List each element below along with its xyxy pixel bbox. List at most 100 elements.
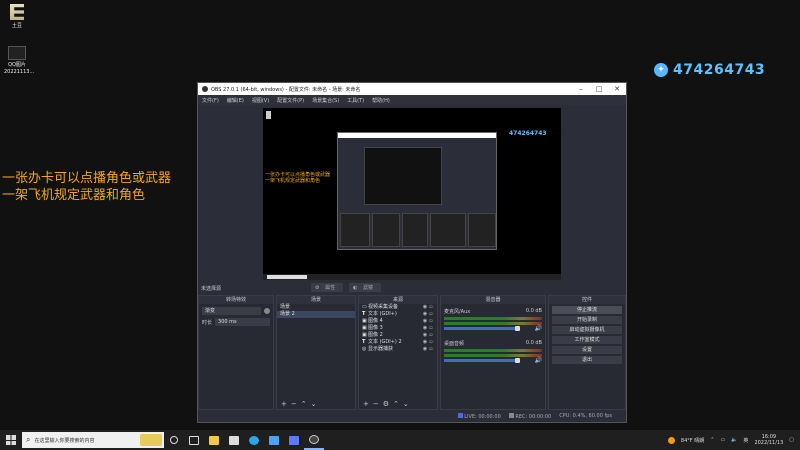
minimize-icon[interactable]: – [572,85,590,93]
channel-db: 0.0 dB [525,308,542,314]
menu-view[interactable]: 视图(V) [252,97,269,104]
chevron-up-icon[interactable]: ⌃ [710,437,714,443]
close-icon[interactable]: ✕ [608,85,626,93]
lock-icon[interactable]: ▫ [428,318,434,325]
properties-button[interactable]: ⚙ 属性 [311,283,344,292]
stop-streaming-button[interactable]: 停止推流 [552,306,622,314]
gear-icon[interactable]: ⚙ [383,400,389,408]
input-language[interactable]: 英 [743,437,748,444]
filters-button[interactable]: ◐ 滤镜 [349,283,382,292]
remove-icon[interactable]: − [373,400,379,408]
taskbar-search[interactable]: ⌕ 在这里输入你要搜索的内容 [22,432,164,448]
mixer-channel: 麦克风/Aux 0.0 dB 🔊 [444,308,542,332]
widgets-icon[interactable] [184,430,204,450]
menu-tools[interactable]: 工具(T) [347,97,364,104]
file-explorer-icon[interactable] [204,430,224,450]
obs-taskbar-icon[interactable] [304,430,324,450]
dock-title: 转场特效 [199,296,273,304]
source-item[interactable]: ▣ 图像 3 ◉ ▫ [359,325,437,332]
source-item[interactable]: T 文本 (GDI+) ◉ ▫ [359,311,437,318]
mail-icon[interactable] [224,430,244,450]
task-view-icon[interactable] [164,430,184,450]
lock-icon[interactable]: ▫ [428,304,434,311]
mixer-dock: 混音器 麦克风/Aux 0.0 dB 🔊 桌面音频 0.0 dB 🔊 [440,295,546,410]
preview-canvas[interactable]: 474264743 一张办卡可以点播角色或武器 一架飞机规定武器和角色 [263,108,561,280]
menu-scene-collection[interactable]: 场景集合(S) [312,97,339,104]
menu-help[interactable]: 帮助(H) [372,97,390,104]
lock-icon[interactable]: ▫ [428,311,434,318]
no-source-label: 未选择源 [201,286,222,292]
source-label: 显示器捕获 [368,346,394,352]
start-virtual-camera-button[interactable]: 启动虚拟摄像机 [552,326,622,334]
chevron-down-icon[interactable]: ⌄ [311,400,317,408]
properties-label: 属性 [321,284,340,292]
edge-icon[interactable] [244,430,264,450]
duration-label: 时长 [202,319,213,326]
scenes-dock: 场景 场景 场景 2 + − ⌃ ⌄ [276,295,356,410]
dock-title: 场景 [277,296,355,304]
clock[interactable]: 16:09 2022/11/13 [754,434,783,446]
source-item[interactable]: T 文本 (GDI+) 2 ◉ ▫ [359,339,437,346]
lock-icon[interactable]: ▫ [428,325,434,332]
controls-dock: 控件 停止推流 开始录制 启动虚拟摄像机 工作室模式 设置 退出 [548,295,626,410]
lock-icon[interactable]: ▫ [428,346,434,353]
mixer-channel: 桌面音频 0.0 dB 🔊 [444,340,542,364]
volume-meter [444,349,542,352]
rec-time: REC: 00:00:00 [515,413,552,420]
chevron-down-icon[interactable]: ⌄ [403,400,409,408]
chevron-up-icon[interactable]: ⌃ [393,400,399,408]
add-transition-icon[interactable] [264,308,270,314]
menu-edit[interactable]: 编辑(E) [227,97,244,104]
lock-icon[interactable]: ▫ [428,339,434,346]
live-time: LIVE: 00:00:00 [464,413,501,420]
notification-icon[interactable]: ▢ [789,437,794,443]
window-title: OBS 27.0.1 (64-bit, windows) - 配置文件: 未命名… [211,86,361,93]
chevron-up-icon[interactable]: ⌃ [301,400,307,408]
source-label: 视频采集设备 [368,304,399,310]
volume-meter [444,354,542,357]
search-highlight-icon [140,434,162,446]
volume-slider[interactable] [444,358,519,363]
volume-meter [444,322,542,325]
speaker-icon[interactable]: 🔊 [535,357,542,364]
volume-icon[interactable]: 🔈 [731,437,737,443]
transition-select[interactable]: 渐变 [202,307,261,315]
qq-icon: ✦ [654,63,668,77]
start-recording-button[interactable]: 开始录制 [552,316,622,324]
weather-text[interactable]: 84°F 晴朗 [681,437,704,444]
remove-icon[interactable]: − [291,400,297,408]
exit-button[interactable]: 退出 [552,356,622,364]
maximize-icon[interactable]: □ [590,85,608,93]
app-icon [10,4,24,20]
source-item[interactable]: ▭ 视频采集设备 ◉ ▫ [359,304,437,311]
scene-item[interactable]: 场景 [277,304,355,311]
scene-item-selected[interactable]: 场景 2 [277,311,355,318]
source-item[interactable]: ◎ 显示器捕获 ◉ ▫ [359,346,437,353]
app-icon[interactable] [284,430,304,450]
store-icon[interactable] [264,430,284,450]
source-item[interactable]: ▣ 图像 4 ◉ ▫ [359,318,437,325]
obs-app-icon [202,86,208,92]
network-icon[interactable]: ▭ [720,437,725,443]
source-label: 图像 3 [368,325,383,331]
lock-icon[interactable]: ▫ [428,332,434,339]
obs-titlebar[interactable]: OBS 27.0.1 (64-bit, windows) - 配置文件: 未命名… [198,83,626,95]
settings-button[interactable]: 设置 [552,346,622,354]
add-icon[interactable]: + [363,400,369,408]
nested-dock [430,213,466,247]
desktop-icon-qq-image[interactable]: QQ图片 20221113... [4,46,34,76]
desktop-icon-app[interactable]: 土豆 [4,4,30,29]
start-button[interactable] [0,430,22,450]
volume-slider[interactable] [444,326,519,331]
source-item[interactable]: ▣ 图像 2 ◉ ▫ [359,332,437,339]
filters-label: 滤镜 [359,284,378,292]
transitions-dock: 转场特效 渐变 时长 300 ms [198,295,274,410]
menu-file[interactable]: 文件(F) [202,97,219,104]
studio-mode-button[interactable]: 工作室模式 [552,336,622,344]
duration-input[interactable]: 300 ms [215,318,270,326]
add-icon[interactable]: + [281,400,287,408]
dock-title: 混音器 [441,296,545,304]
menu-profile[interactable]: 配置文件(P) [277,97,304,104]
speaker-icon[interactable]: 🔊 [535,325,542,332]
nested-dock [372,213,400,247]
